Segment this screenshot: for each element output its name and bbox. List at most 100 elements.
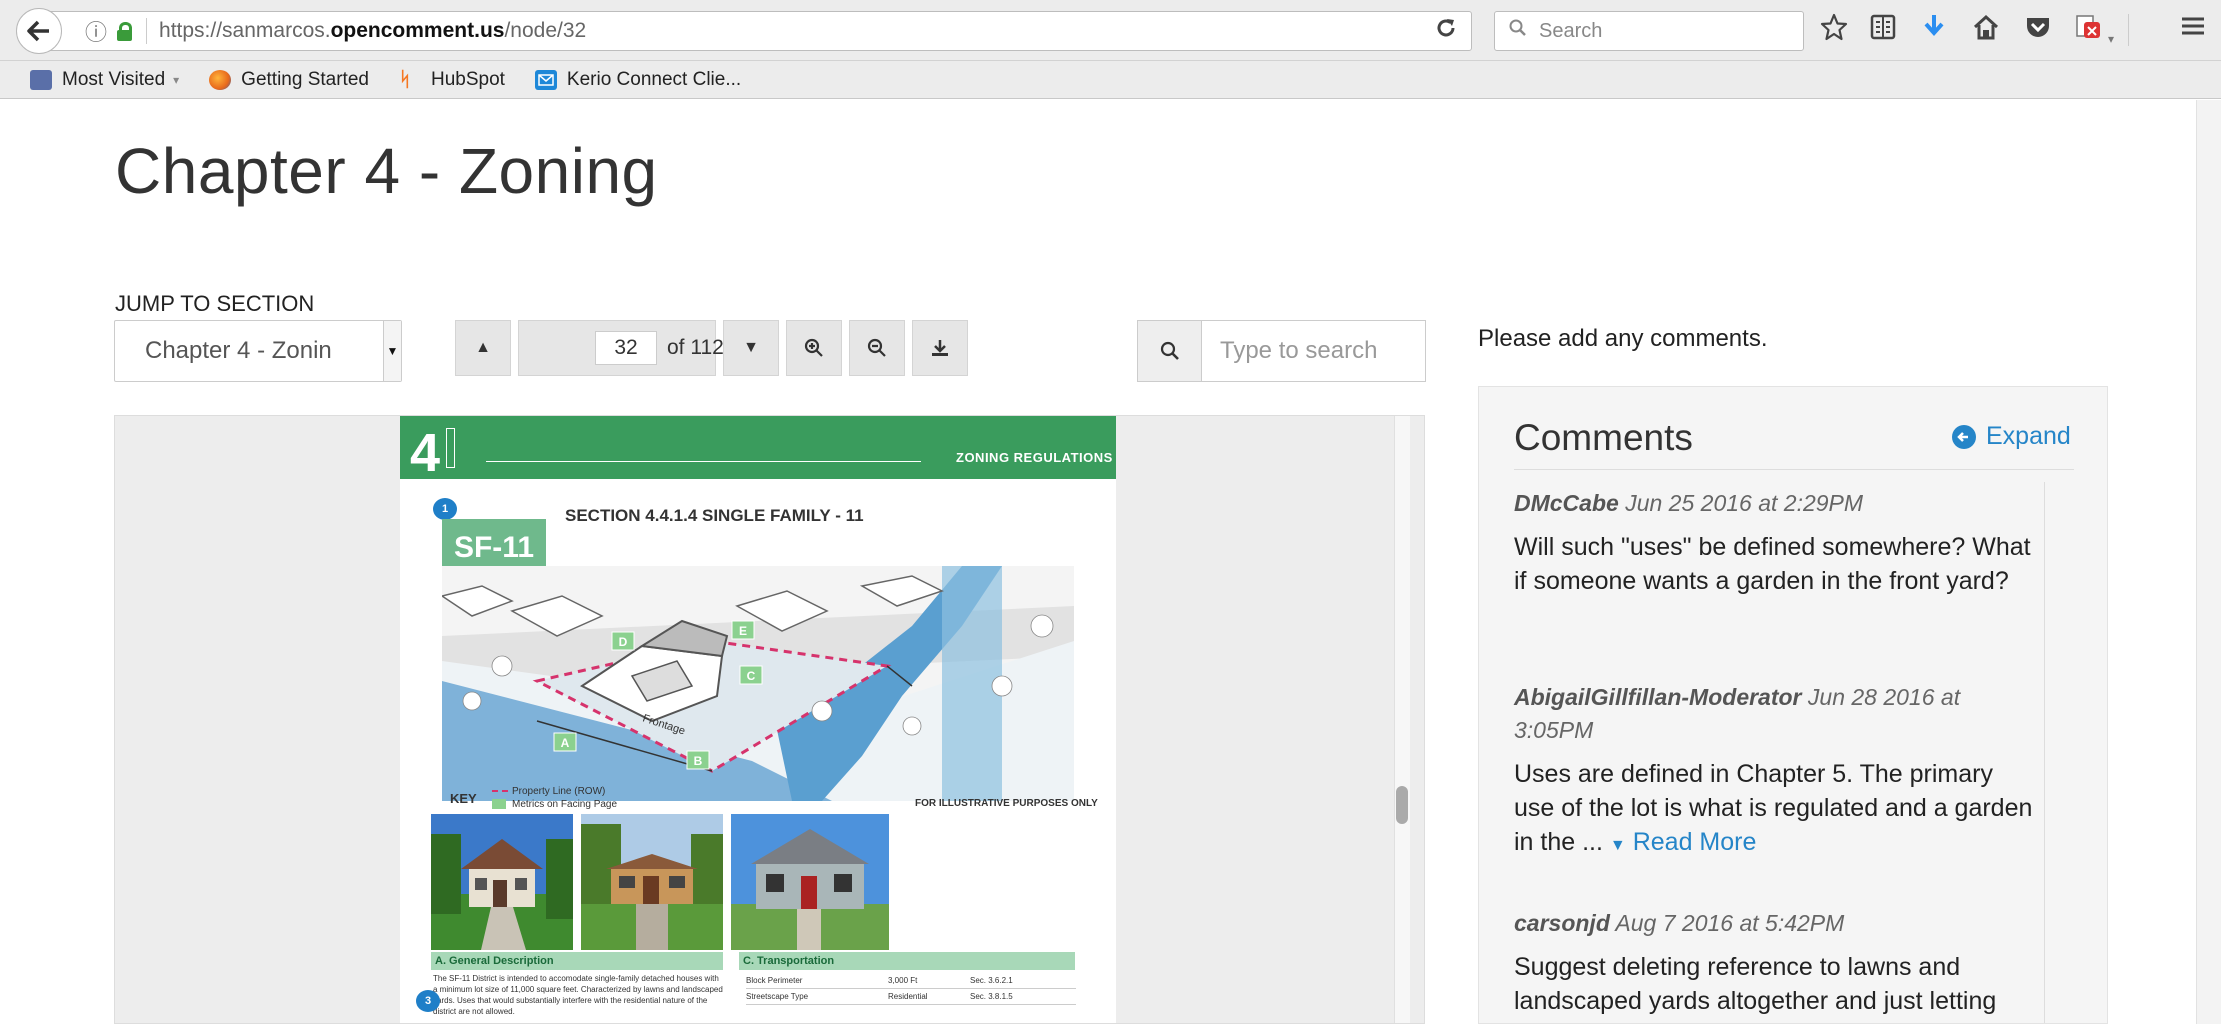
page-count-label: of 112 — [667, 336, 724, 359]
download-document-button[interactable] — [912, 320, 968, 376]
comment-body: Suggest deleting reference to lawns and … — [1514, 950, 2034, 1023]
annotation-bubble[interactable]: 3 — [416, 990, 440, 1012]
chapter-tab-graphic — [446, 428, 455, 468]
bookmark-label: Kerio Connect Clie... — [566, 68, 742, 90]
marker-a: A — [561, 736, 570, 750]
expand-link[interactable]: Expand — [1952, 422, 2071, 451]
comment-prompt: Please add any comments. — [1478, 325, 1768, 352]
browser-toolbar: ⓘ https://sanmarcos.opencomment.us/node/… — [0, 0, 2221, 61]
annotation-bubble[interactable]: 1 — [433, 498, 457, 520]
url-bar[interactable]: ⓘ https://sanmarcos.opencomment.us/node/… — [40, 11, 1472, 51]
url-text[interactable]: https://sanmarcos.opencomment.us/node/32 — [159, 19, 586, 43]
bookmark-star-icon[interactable] — [1820, 13, 1848, 49]
page-number-input[interactable]: 32 — [595, 331, 657, 365]
header-rule — [486, 461, 921, 462]
key-line-2: Metrics on Facing Page — [512, 799, 618, 810]
table-cell: Block Perimeter — [746, 976, 803, 985]
site-info-icon[interactable]: ⓘ — [85, 15, 107, 47]
browser-search-placeholder: Search — [1539, 19, 1603, 42]
key-items: Property Line (ROW) Metrics on Facing Pa… — [492, 785, 617, 811]
read-more-label: Read More — [1632, 828, 1757, 856]
zoom-out-icon — [867, 338, 886, 357]
comment-author[interactable]: DMcCabe — [1514, 490, 1619, 516]
read-more-link[interactable]: ▼ Read More — [1610, 828, 1756, 856]
marker-b: B — [694, 754, 703, 768]
comments-panel: Comments Expand DMcCabe Jun 25 2016 at 2… — [1478, 386, 2108, 1024]
zoom-in-icon — [804, 338, 823, 357]
table-cell: Streetscape Type — [746, 992, 809, 1001]
reload-icon[interactable] — [1434, 16, 1458, 47]
document-search-input[interactable]: Type to search — [1202, 321, 1425, 381]
chevron-down-icon: ▾ — [173, 72, 180, 87]
download-icon[interactable] — [1922, 13, 1946, 49]
jump-to-section-label: JUMP TO SECTION — [115, 291, 315, 316]
general-description-text: The SF-11 District is intended to accomo… — [433, 974, 723, 1016]
document-viewer[interactable]: 4 ZONING REGULATIONS 1 SF-11 SECTION 4.4… — [114, 415, 1425, 1024]
bookmark-kerio[interactable]: Kerio Connect Clie... — [534, 68, 742, 91]
comment-author[interactable]: AbigailGillfillan-Moderator — [1514, 684, 1802, 710]
house-photo-2 — [581, 814, 723, 950]
key-line-1: Property Line (ROW) — [512, 786, 606, 797]
comments-title: Comments — [1514, 417, 1693, 458]
table-row: Streetscape Type Residential Sec. 3.8.1.… — [746, 989, 1076, 1005]
comment-body-text: Suggest deleting reference to lawns and … — [1514, 953, 1997, 1023]
bookmark-getting-started[interactable]: Getting Started — [209, 69, 369, 91]
hamburger-menu-icon[interactable] — [2180, 13, 2206, 47]
marker-c: C — [747, 669, 756, 683]
comment-body: Uses are defined in Chapter 5. The prima… — [1514, 757, 2034, 863]
toolbar-separator — [2128, 14, 2129, 46]
caret-up-icon: ▲ — [475, 339, 491, 356]
header-title: ZONING REGULATIONS — [956, 450, 1113, 465]
caret-down-icon: ▼ — [1609, 837, 1626, 854]
page-scrollbar[interactable] — [2196, 100, 2221, 1024]
previous-page-button[interactable]: ▲ — [455, 320, 511, 376]
expand-label: Expand — [1986, 422, 2071, 450]
comment-author[interactable]: carsonjd — [1514, 910, 1610, 936]
browser-search-input[interactable]: Search — [1494, 11, 1804, 51]
caret-down-icon: ▼ — [743, 339, 759, 356]
back-arrow-icon — [27, 20, 49, 42]
url-separator — [146, 18, 148, 44]
page-title: Chapter 4 - Zoning — [115, 135, 658, 207]
chevron-down-icon: ▼ — [383, 321, 401, 381]
extension-menu-arrow-icon[interactable]: ▾ — [2108, 22, 2114, 56]
jump-to-section-select[interactable]: Chapter 4 - Zonin ▼ — [114, 320, 402, 382]
bookmarks-bar: Most Visited ▾ Getting Started ᛋ HubSpot… — [0, 61, 2221, 99]
firefox-icon — [209, 69, 232, 90]
back-button[interactable] — [16, 8, 62, 54]
viewer-scrollbar[interactable] — [1394, 416, 1410, 1023]
general-description-heading: A. General Description — [431, 952, 723, 970]
bookmark-hubspot[interactable]: ᛋ HubSpot — [399, 69, 505, 91]
page-content: Chapter 4 - Zoning JUMP TO SECTION Chapt… — [0, 100, 2221, 1024]
table-cell: Sec. 3.6.2.1 — [970, 976, 1013, 985]
search-icon — [1509, 19, 1527, 43]
comment-body-text: Uses are defined in Chapter 5. The prima… — [1514, 760, 2033, 856]
document-search-button[interactable] — [1138, 321, 1202, 381]
transportation-table: Block Perimeter 3,000 Ft Sec. 3.6.2.1 St… — [746, 973, 1076, 1005]
comment-item: AbigailGillfillan-Moderator Jun 28 2016 … — [1514, 681, 2034, 863]
illustration-note: FOR ILLUSTRATIVE PURPOSES ONLY — [915, 798, 1098, 809]
transportation-heading: C. Transportation — [739, 952, 1075, 970]
viewer-scrollbar-thumb[interactable] — [1396, 786, 1408, 824]
metrics-swatch — [492, 799, 506, 810]
download-icon — [932, 340, 948, 356]
bookmark-most-visited[interactable]: Most Visited ▾ — [30, 69, 179, 91]
mail-icon — [534, 69, 557, 90]
document-header: 4 ZONING REGULATIONS — [400, 416, 1116, 483]
comment-meta: AbigailGillfillan-Moderator Jun 28 2016 … — [1514, 681, 2034, 747]
zoom-in-button[interactable] — [786, 320, 842, 376]
comments-scrollbar[interactable] — [2044, 482, 2045, 1023]
comment-body: Will such "uses" be defined somewhere? W… — [1514, 533, 2031, 595]
pocket-icon[interactable] — [2024, 13, 2052, 49]
search-icon — [1160, 341, 1179, 360]
home-icon[interactable] — [1972, 13, 2000, 49]
marker-d: D — [619, 635, 628, 649]
page-number-box: 32 of 112 — [518, 320, 724, 376]
section-title: SECTION 4.4.1.4 SINGLE FAMILY - 11 — [565, 506, 864, 525]
reading-list-icon[interactable] — [1870, 13, 1896, 49]
next-page-button[interactable]: ▼ — [723, 320, 779, 376]
pdf-extension-icon[interactable] — [2074, 13, 2104, 49]
bookmark-label: Getting Started — [241, 68, 369, 90]
zoom-out-button[interactable] — [849, 320, 905, 376]
comments-divider — [1514, 469, 2074, 470]
